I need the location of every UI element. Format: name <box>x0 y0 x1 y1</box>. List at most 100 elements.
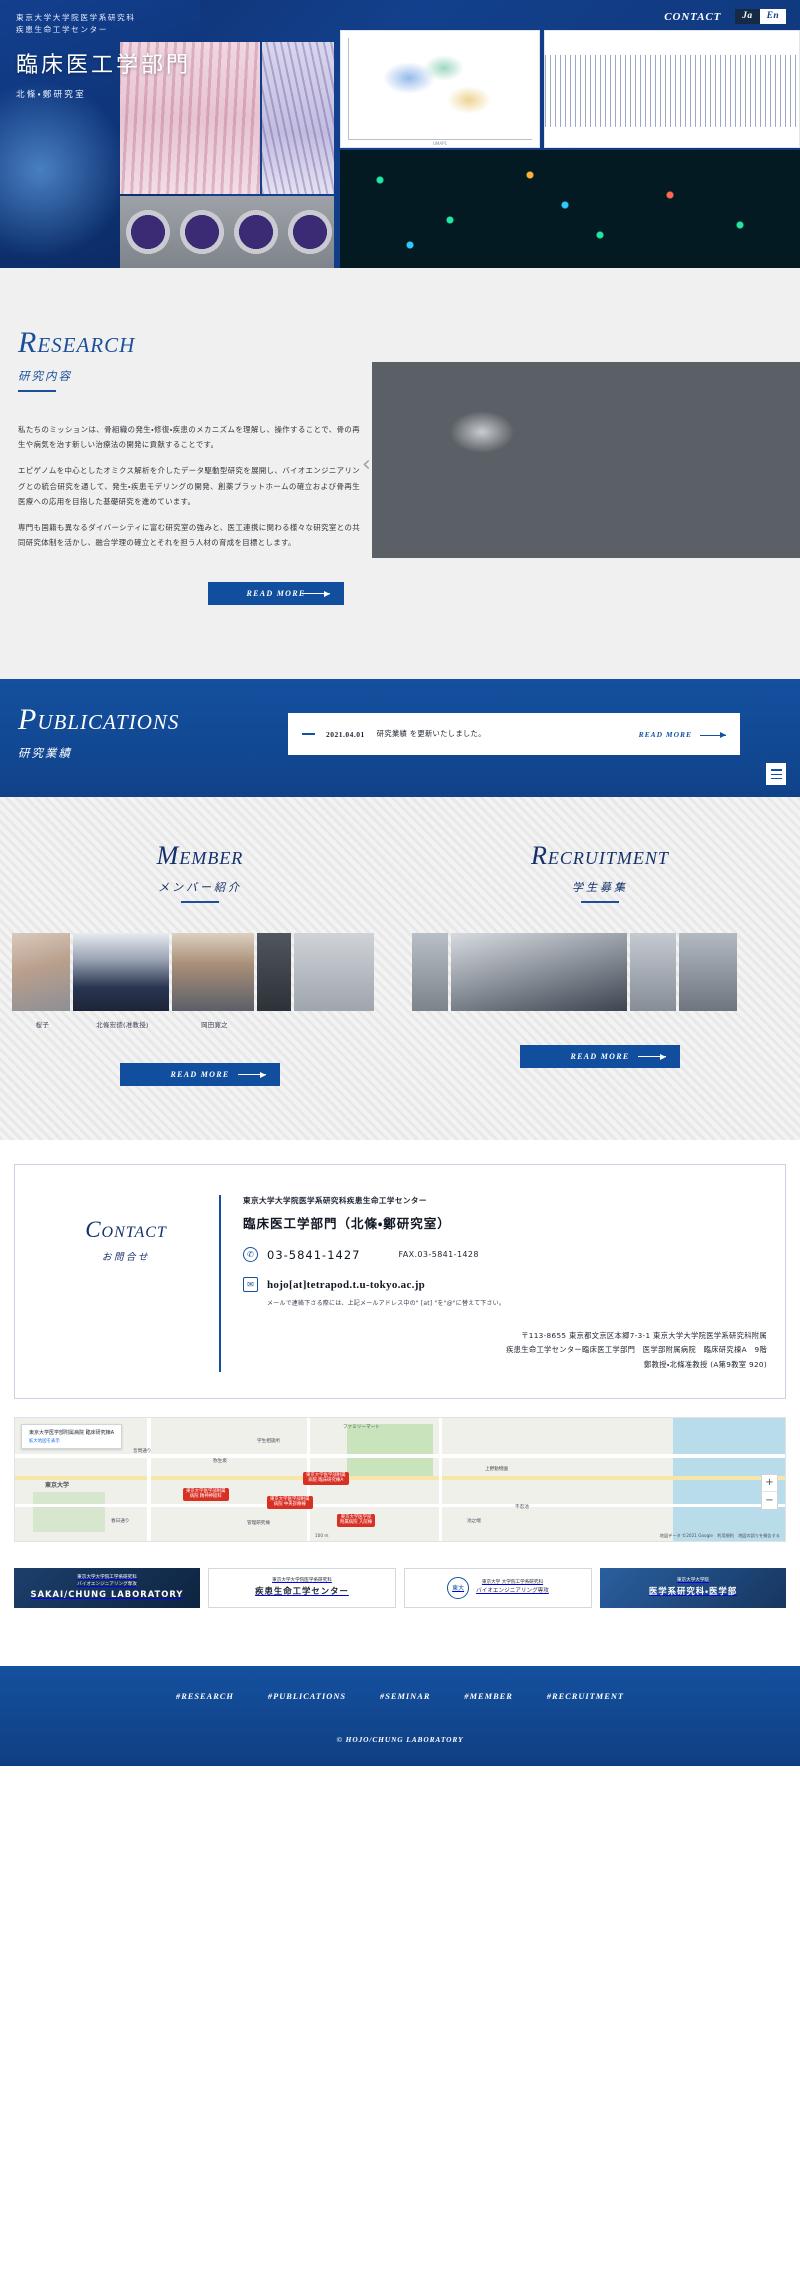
news-read-more-link[interactable]: READ MORE <box>639 730 726 739</box>
scatter-plot-area <box>348 38 532 140</box>
contact-email-note: メールで連絡下さる際には、上記メールアドレス中の" [at] "を"@"に替えて… <box>267 1300 506 1308</box>
map-park-area <box>33 1491 105 1532</box>
contact-email: hojo[at]tetrapod.t.u-tokyo.ac.jp <box>267 1278 426 1291</box>
zoom-out-button[interactable]: − <box>762 1492 777 1509</box>
recruitment-heading: Recruitment 学生募集 <box>400 841 800 904</box>
recruitment-photo[interactable] <box>630 933 676 1012</box>
footer-link-seminar[interactable]: #SEMINAR <box>380 1692 430 1701</box>
partner-banner-sakai-chung[interactable]: 東京大学大学院工学系研究科 バイオエンジニアリング専攻 SAKAI/CHUNG … <box>14 1567 200 1608</box>
hero-banner: UMAP1 東京大学大学院医学系研究科 疾患生命工学センター 臨床医工学部門 北… <box>0 0 800 268</box>
arrow-right-icon <box>700 732 726 739</box>
member-name-row: 桜子 北條宏徳(准教授) 岡田寛之 <box>0 1020 400 1029</box>
research-cell-image <box>372 362 800 558</box>
map-pin[interactable]: 東京大学医学部附属 病院 臨床研究棟A <box>303 1471 349 1485</box>
research-section: ‹ Research 研究内容 私たちのミッションは、骨組織の発生・修復・疾患の… <box>0 268 800 680</box>
contact-box: Contact お問合せ 東京大学大学院医学系研究科疾患生命工学センター 臨床医… <box>14 1164 786 1399</box>
member-name: 岡田寛之 <box>201 1021 228 1030</box>
recruitment-photo[interactable] <box>451 933 627 1012</box>
location-map[interactable]: 東京大学 学生相談所 弥生坂 言問通り 上野動物園 不忍池 池之端 春日通り フ… <box>14 1416 786 1542</box>
contact-phone-row: ✆ 03-5841-1427 FAX.03-5841-1428 <box>243 1247 767 1263</box>
address-line: 鄭教授・北條准教授 (A第9教室 920) <box>644 1359 767 1369</box>
arrow-right-icon <box>238 1071 266 1078</box>
arrow-right-icon <box>302 590 330 597</box>
member-read-more-button[interactable]: READ MORE <box>120 1063 280 1087</box>
recruitment-read-more-button[interactable]: READ MORE <box>520 1045 680 1069</box>
member-read-more-label: READ MORE <box>170 1070 230 1080</box>
news-date: 2021.04.01 <box>326 729 365 739</box>
site-footer: #RESEARCH #PUBLICATIONS #SEMINAR #MEMBER… <box>0 1665 800 1766</box>
recruitment-photo[interactable] <box>679 933 737 1012</box>
map-label: 東京大学 <box>45 1481 70 1489</box>
recruitment-photo-strip[interactable] <box>400 933 800 1012</box>
banner-big: 疾患生命工学センター <box>255 1586 349 1597</box>
lang-en-button[interactable]: En <box>759 9 786 24</box>
scatter-plot-image: UMAP1 <box>340 30 540 148</box>
footer-link-publications[interactable]: #PUBLICATIONS <box>268 1692 346 1701</box>
member-column: Member メンバー紹介 桜子 北條宏徳(准教授) 岡田寛之 READ MOR… <box>0 841 400 1087</box>
member-photo-strip[interactable] <box>0 933 400 1012</box>
contact-section: Contact お問合せ 東京大学大学院医学系研究科疾患生命工学センター 臨床医… <box>0 1140 800 1666</box>
research-paragraph-2: エピゲノムを中心としたオミクス解析を介したデータ駆動型研究を展開し、バイオエンジ… <box>18 466 360 506</box>
partner-banner-bioengineering[interactable]: 東大 東京大学 大学院工学系研究科 バイオエンジニアリング専攻 <box>404 1567 592 1608</box>
map-pin[interactable]: 東京大学医学部附属 病院 精神神経科 <box>183 1487 229 1501</box>
banner-text: 東京大学大学院 医学系研究科・医学部 <box>649 1578 737 1597</box>
copyright-text: © HOJO/CHUNG LABORATORY <box>336 1734 464 1744</box>
map-label: 弥生坂 <box>213 1458 227 1464</box>
research-read-more-label: READ MORE <box>246 589 306 599</box>
member-photo[interactable] <box>12 933 70 1012</box>
partner-banner-disease-center[interactable]: 東京大学大学院医学系研究科 疾患生命工学センター <box>208 1567 396 1608</box>
footer-link-member[interactable]: #MEMBER <box>464 1692 512 1701</box>
map-label: 不忍池 <box>515 1504 529 1510</box>
recruitment-photo[interactable] <box>412 933 448 1012</box>
recruitment-read-more-label: READ MORE <box>570 1052 630 1062</box>
zoom-in-button[interactable]: + <box>762 1475 777 1492</box>
map-card-title: 東京大学医学部附属病院 臨床研究棟A <box>29 1429 115 1436</box>
news-read-more-label: READ MORE <box>638 729 692 739</box>
map-card-expand-link[interactable]: 拡大地図を表示 <box>29 1438 114 1444</box>
map-road <box>15 1503 785 1507</box>
lang-ja-button[interactable]: Ja <box>735 9 760 24</box>
banner-small: 東京大学 大学院工学系研究科 <box>481 1580 544 1586</box>
map-info-card[interactable]: 東京大学医学部附属病院 臨床研究棟A 拡大地図を表示 <box>21 1423 123 1449</box>
footer-link-recruitment[interactable]: #RECRUITMENT <box>547 1692 624 1701</box>
member-photo[interactable] <box>294 933 374 1012</box>
news-text: 研究業績 を更新いたしました。 <box>376 729 486 739</box>
footer-link-research[interactable]: #RESEARCH <box>176 1692 234 1701</box>
fluorescence-image <box>340 150 800 268</box>
contact-email-row[interactable]: ✉ hojo[at]tetrapod.t.u-tokyo.ac.jp <box>243 1277 767 1293</box>
partner-banner-med-faculty[interactable]: 東京大学大学院 医学系研究科・医学部 <box>600 1567 786 1608</box>
recruitment-title-rule <box>581 901 619 904</box>
banner-text: 東京大学 大学院工学系研究科 バイオエンジニアリング専攻 <box>476 1580 549 1595</box>
map-label: 学生相談所 <box>257 1438 280 1444</box>
recruitment-column: Recruitment 学生募集 READ MORE <box>400 841 800 1086</box>
research-title-rule <box>18 390 56 392</box>
news-dash-icon <box>302 733 315 735</box>
banner-big: 医学系研究科・医学部 <box>648 1586 738 1597</box>
map-label: 管理研究棟 <box>247 1520 270 1526</box>
banner-big: SAKAI/CHUNG LABORATORY <box>30 1589 184 1600</box>
microplate-image <box>120 196 334 268</box>
partner-banner-row: 東京大学大学院工学系研究科 バイオエンジニアリング専攻 SAKAI/CHUNG … <box>0 1542 800 1636</box>
lab-name: 北條・鄭研究室 <box>16 89 86 100</box>
banner-text: 東京大学大学院医学系研究科 疾患生命工学センター <box>255 1578 349 1597</box>
map-label: 上野動物園 <box>485 1466 508 1472</box>
member-photo[interactable] <box>257 933 291 1012</box>
contact-fax: FAX.03-5841-1428 <box>398 1250 479 1260</box>
hamburger-icon[interactable] <box>766 763 786 786</box>
scatter-plot-axis-label: UMAP1 <box>432 141 448 146</box>
map-major-road <box>15 1475 785 1480</box>
research-read-more-button[interactable]: READ MORE <box>208 582 344 606</box>
map-pin[interactable]: 東京大学医学部附属 病院 中央診療棟 <box>267 1495 313 1509</box>
research-paragraph-1: 私たちのミッションは、骨組織の発生・修復・疾患のメカニズムを理解し、操作すること… <box>18 425 360 450</box>
member-photo[interactable] <box>172 933 254 1012</box>
header-contact-link[interactable]: CONTACT <box>664 11 721 23</box>
news-item[interactable]: 2021.04.01 研究業績 を更新いたしました。 READ MORE <box>288 713 740 756</box>
map-label: 池之端 <box>467 1518 481 1524</box>
map-zoom-controls[interactable]: + − <box>761 1473 778 1510</box>
contact-title-ja: お問合せ <box>101 1252 150 1264</box>
map-pin[interactable]: 東京大学医学部 附属病院 入院棟 <box>337 1513 376 1527</box>
carousel-prev-icon[interactable]: ‹ <box>362 454 371 476</box>
banner-small: 東京大学大学院工学系研究科 <box>77 1575 137 1581</box>
member-photo[interactable] <box>73 933 169 1012</box>
u-tokyo-seal-icon: 東大 <box>447 1576 470 1599</box>
